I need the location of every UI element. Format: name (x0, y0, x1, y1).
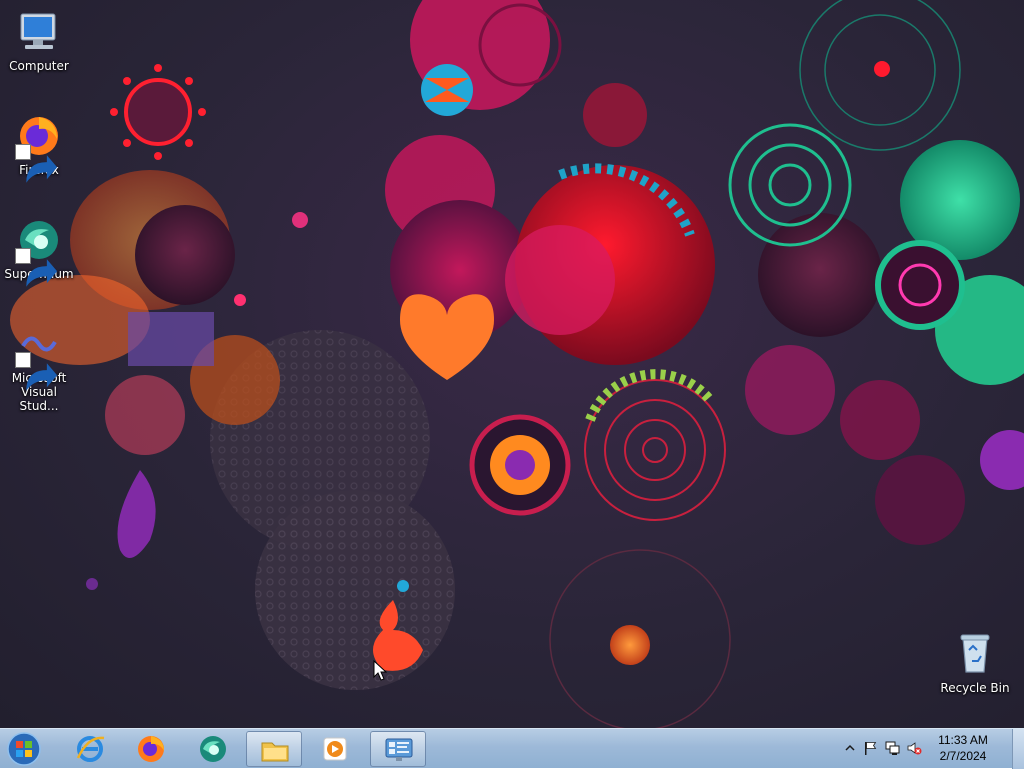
system-tray: 11:33 AM 2/7/2024 (840, 729, 1024, 769)
firefox-icon (15, 112, 63, 183)
clock-date: 2/7/2024 (939, 749, 987, 763)
desktop-icon-recycle-bin[interactable]: Recycle Bin (937, 630, 1013, 695)
show-desktop-button[interactable] (1012, 729, 1024, 769)
shortcut-arrow-icon (15, 144, 58, 183)
clock-time: 11:33 AM (938, 733, 988, 747)
clock[interactable]: 11:33 AM 2/7/2024 (928, 732, 998, 764)
network-icon[interactable] (884, 740, 900, 756)
taskbar-firefox[interactable] (123, 731, 179, 767)
desktop-icon-computer[interactable]: Computer (1, 8, 77, 73)
recycle-bin-icon (951, 630, 999, 678)
show-hidden-icons-chevron[interactable] (842, 740, 858, 756)
taskbar-media-player[interactable] (307, 731, 363, 767)
desktop-icon-firefox[interactable]: Firefox (1, 112, 77, 183)
taskbar: 11:33 AM 2/7/2024 (0, 728, 1024, 769)
volume-muted-icon[interactable] (906, 740, 922, 756)
wallpaper (10, 0, 1024, 728)
windows-start-icon (7, 732, 41, 766)
action-center-flag-icon[interactable] (862, 740, 878, 756)
file-explorer-icon (261, 742, 289, 762)
taskbar-internet-explorer[interactable] (62, 731, 118, 767)
desktop-icon-supermium[interactable]: Supermium (1, 216, 77, 287)
firefox-icon (138, 736, 164, 762)
desktop[interactable]: Computer Firefox Supermium (0, 0, 1024, 728)
media-player-icon (323, 737, 347, 761)
taskbar-control-panel[interactable] (370, 731, 426, 767)
shortcut-arrow-icon (15, 248, 58, 287)
mouse-cursor-icon (373, 660, 387, 681)
desktop-icon-visual-studio[interactable]: Microsoft Visual Stud... (1, 320, 77, 413)
desktop-icon-label: Recycle Bin (940, 681, 1010, 695)
taskbar-file-explorer[interactable] (246, 731, 302, 767)
supermium-icon (200, 736, 226, 762)
internet-explorer-icon (76, 736, 105, 762)
control-panel-icon (385, 738, 413, 761)
start-button[interactable] (4, 730, 44, 768)
taskbar-supermium[interactable] (185, 731, 241, 767)
desktop-icon-label: Computer (9, 59, 69, 73)
shortcut-arrow-icon (15, 352, 58, 391)
supermium-icon (15, 216, 63, 287)
computer-icon (15, 8, 63, 56)
visual-studio-icon (15, 320, 63, 391)
